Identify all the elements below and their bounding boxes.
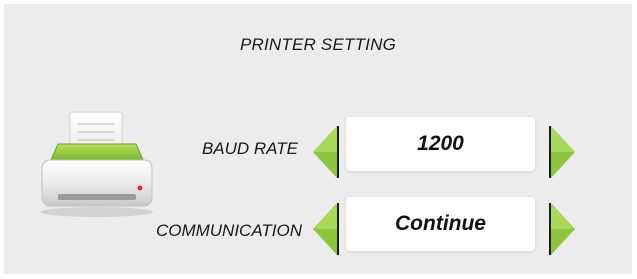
printer-icon xyxy=(36,110,158,220)
baud-rate-value: 1200 xyxy=(346,117,535,171)
communication-value: Continue xyxy=(346,197,535,251)
communication-label: COMMUNICATION xyxy=(155,221,302,240)
triangle-left-icon xyxy=(313,126,339,178)
baud-rate-decrease-button[interactable] xyxy=(311,124,339,180)
communication-decrease-button[interactable] xyxy=(311,201,339,257)
triangle-right-icon xyxy=(549,203,575,255)
communication-increase-button[interactable] xyxy=(549,201,577,257)
triangle-left-icon xyxy=(313,203,339,255)
triangle-right-icon xyxy=(549,126,575,178)
baud-rate-label: BAUD RATE xyxy=(201,139,298,158)
page-title: PRINTER SETTING xyxy=(239,35,396,54)
baud-rate-increase-button[interactable] xyxy=(549,124,577,180)
printer-setting-panel: PRINTER SETTING BAUD RATE 1200 COMMUNICA… xyxy=(4,4,632,274)
